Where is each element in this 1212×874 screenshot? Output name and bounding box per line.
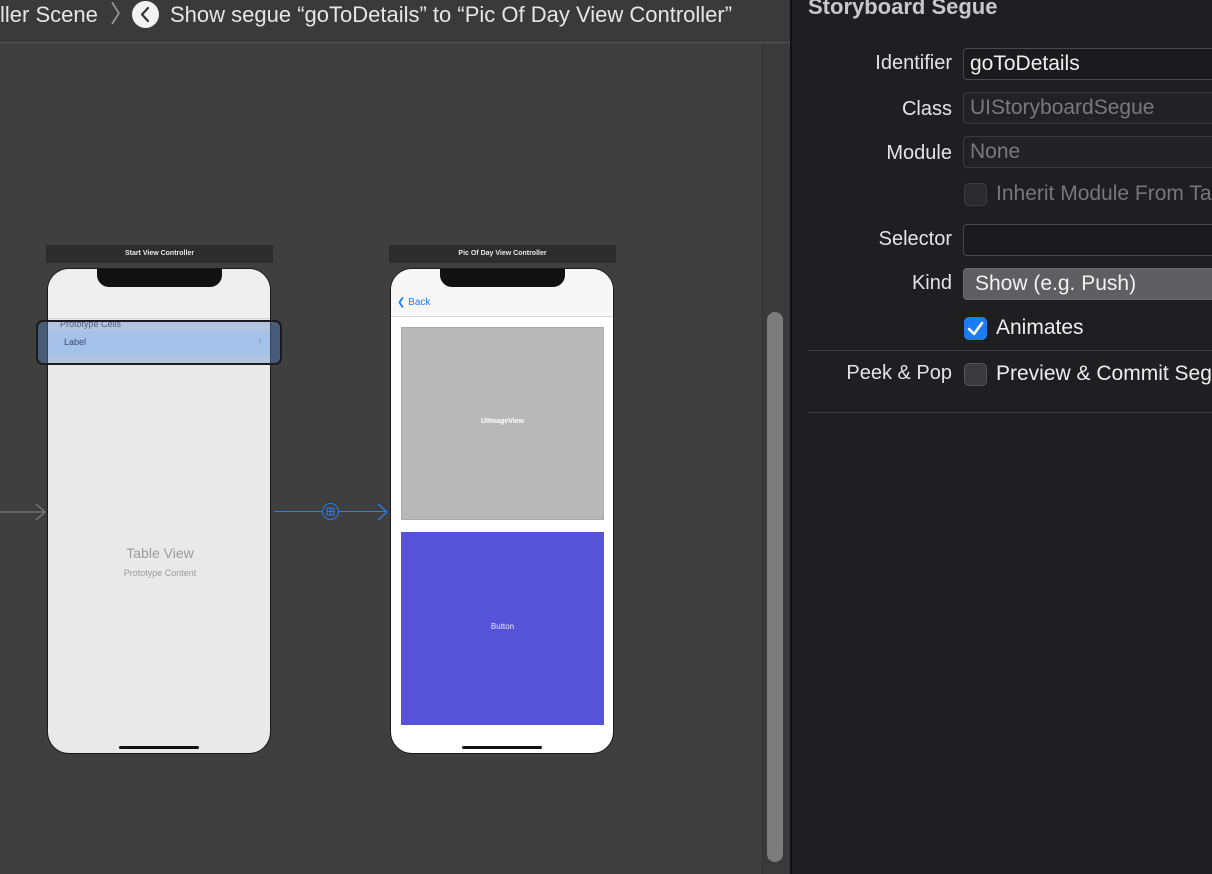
animates-checkbox[interactable] [964,317,987,340]
animates-label: Animates [996,316,1084,339]
class-label: Class [901,98,952,120]
module-field[interactable]: None [963,136,1212,168]
pic-of-day-view-controller[interactable]: ❮ Back UIImageView Button [390,268,614,754]
scene-title-start[interactable]: Start View Controller [46,245,273,263]
home-indicator [462,746,542,749]
class-field[interactable]: UIStoryboardSegue [963,92,1212,124]
segue-show-icon [132,1,159,28]
jump-bar: ller Scene 〉 Show segue “goToDetails” to… [0,0,790,43]
inherit-module-checkbox[interactable] [964,183,987,206]
segue-arrowhead-icon [377,503,389,521]
identifier-field[interactable]: goToDetails [963,48,1212,80]
selector-field[interactable] [963,224,1212,256]
attributes-inspector: Storyboard Segue Identifier goToDetails … [790,0,1212,874]
peek-pop-label: Peek & Pop [846,362,952,384]
inherit-module-label: Inherit Module From Target [996,182,1212,205]
image-view-label: UIImageView [480,418,525,425]
section-divider [808,412,1212,413]
home-indicator [119,746,199,749]
back-button[interactable]: ❮ Back [397,297,430,308]
segue-icon[interactable] [322,503,339,520]
canvas-scrollbar-thumb[interactable] [767,312,783,862]
peek-pop-option-label: Preview & Commit Segues [996,362,1212,385]
cell-selection-highlight [36,320,282,365]
jumpbar-scene-item[interactable]: ller Scene [0,0,98,30]
image-view[interactable]: UIImageView [401,327,604,520]
jumpbar-segue-item[interactable]: Show segue “goToDetails” to “Pic Of Day … [170,0,732,30]
button-view-label: Button [490,622,515,631]
kind-popup[interactable]: Show (e.g. Push) [963,268,1212,300]
device-notch [97,269,222,287]
table-view-title: Table View [126,545,194,561]
scene-title-pic-of-day[interactable]: Pic Of Day View Controller [389,245,616,263]
table-view-subtitle: Prototype Content [123,568,197,578]
identifier-label: Identifier [875,52,952,74]
inspector-section-title: Storyboard Segue [808,0,998,19]
device-notch [440,269,565,287]
button-view[interactable]: Button [401,532,604,725]
checkmark-icon [967,321,984,336]
peek-pop-checkbox[interactable] [964,363,987,386]
jumpbar-separator: 〉 [110,1,134,28]
module-label: Module [886,142,952,164]
back-chevron-icon: ❮ [397,297,406,308]
initial-entry-arrow-icon [0,503,46,521]
section-divider [808,350,1212,351]
selector-label: Selector [878,228,952,250]
kind-label: Kind [911,272,952,294]
